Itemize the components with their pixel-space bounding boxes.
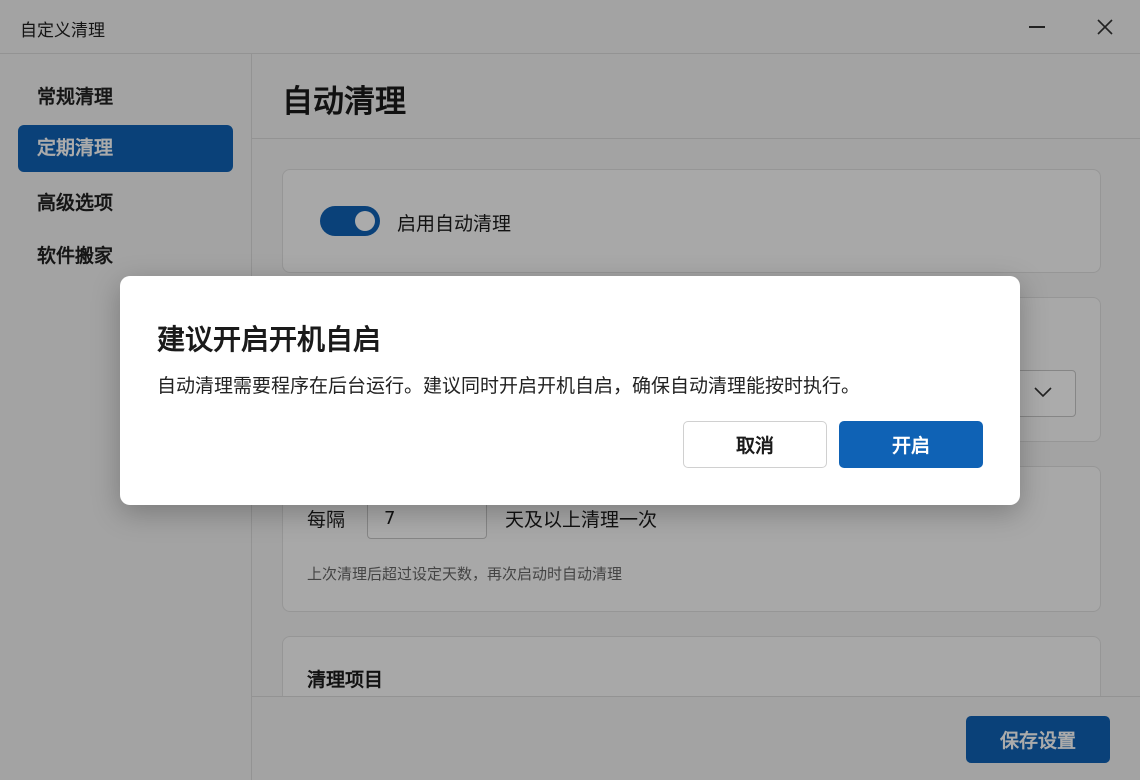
cancel-button[interactable]: 取消 [683, 421, 827, 468]
enable-autostart-button[interactable]: 开启 [839, 421, 983, 468]
autostart-dialog: 建议开启开机自启 自动清理需要程序在后台运行。建议同时开启开机自启，确保自动清理… [120, 276, 1020, 505]
dialog-message: 自动清理需要程序在后台运行。建议同时开启开机自启，确保自动清理能按时执行。 [157, 375, 861, 397]
dialog-title: 建议开启开机自启 [157, 323, 382, 356]
